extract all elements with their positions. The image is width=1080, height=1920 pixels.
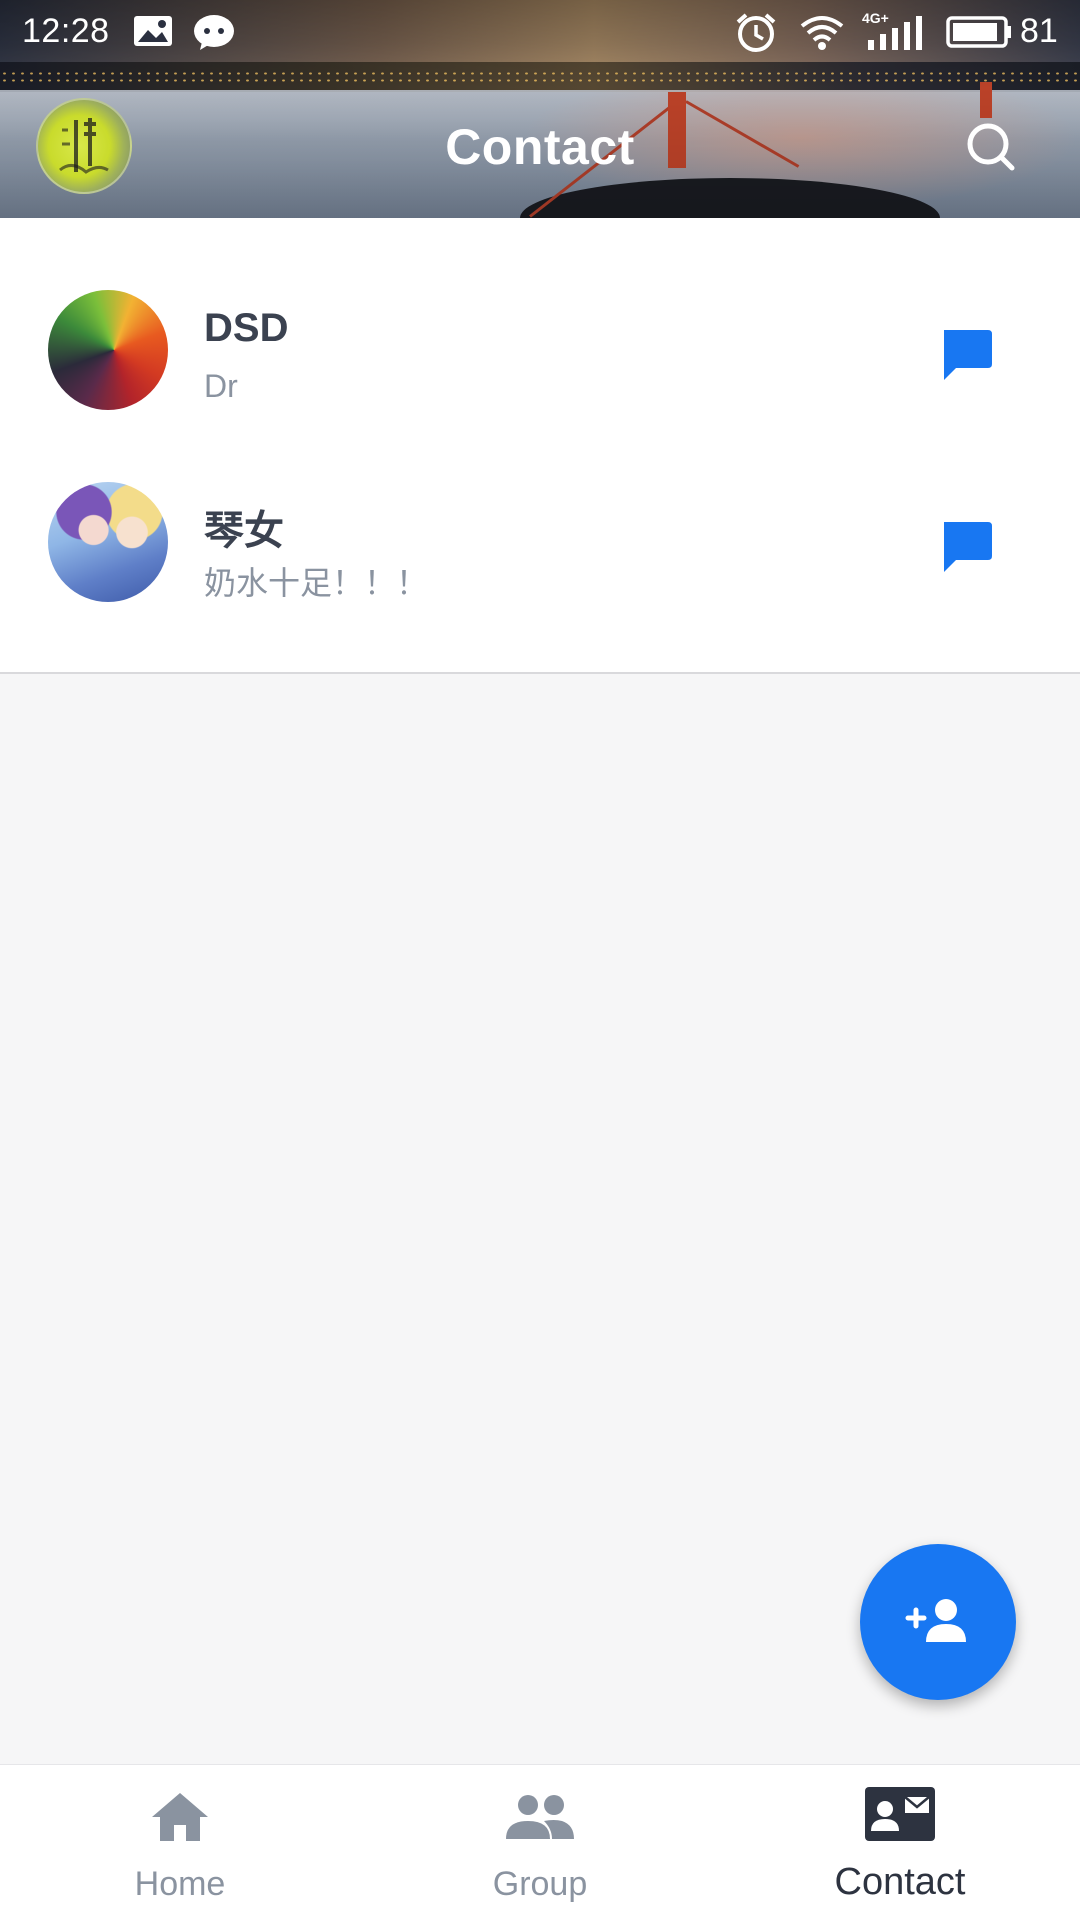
gallery-icon — [132, 12, 174, 55]
contact-avatar[interactable] — [48, 290, 168, 410]
home-icon — [148, 1789, 212, 1850]
page-title: Contact — [445, 119, 635, 175]
battery-icon — [946, 12, 1012, 57]
message-button[interactable] — [938, 518, 994, 574]
bottom-navigation: Home Group Contact — [0, 1764, 1080, 1920]
contact-screen: 12:28 4G+ 81 Contact DSD Dr 琴女 奶水十足！！！ H… — [0, 0, 1080, 1920]
nav-contact[interactable]: Contact — [720, 1765, 1080, 1920]
contact-name: 琴女 — [204, 509, 284, 553]
nav-home-label: Home — [134, 1865, 226, 1903]
nav-group[interactable]: Group — [360, 1765, 720, 1920]
nav-home[interactable]: Home — [0, 1765, 360, 1920]
contact-subtitle: 奶水十足！！！ — [204, 565, 429, 601]
contact-item[interactable]: DSD Dr — [0, 218, 1080, 410]
group-icon — [504, 1789, 576, 1850]
contact-card-icon — [863, 1785, 937, 1848]
message-button[interactable] — [938, 326, 994, 382]
status-time: 12:28 — [22, 12, 110, 50]
signal-icon — [866, 12, 926, 57]
message-icon — [938, 522, 994, 578]
contact-item[interactable]: 琴女 奶水十足！！！ — [0, 408, 1080, 602]
message-icon — [938, 330, 994, 386]
status-bar: 12:28 4G+ 81 — [0, 0, 1080, 64]
contact-avatar[interactable] — [48, 482, 168, 602]
wifi-icon — [798, 12, 846, 57]
alarm-icon — [734, 12, 778, 59]
nav-contact-label: Contact — [834, 1861, 966, 1903]
add-person-icon — [902, 1592, 974, 1653]
contact-subtitle: Dr — [204, 368, 238, 404]
search-icon — [962, 123, 1022, 182]
wechat-icon — [192, 12, 236, 57]
battery-level: 81 — [1020, 12, 1058, 50]
search-button[interactable] — [962, 118, 1022, 178]
add-contact-button[interactable] — [860, 1544, 1016, 1700]
contact-name: DSD — [204, 306, 289, 350]
contact-list: DSD Dr 琴女 奶水十足！！！ — [0, 218, 1080, 674]
nav-group-label: Group — [492, 1865, 588, 1903]
